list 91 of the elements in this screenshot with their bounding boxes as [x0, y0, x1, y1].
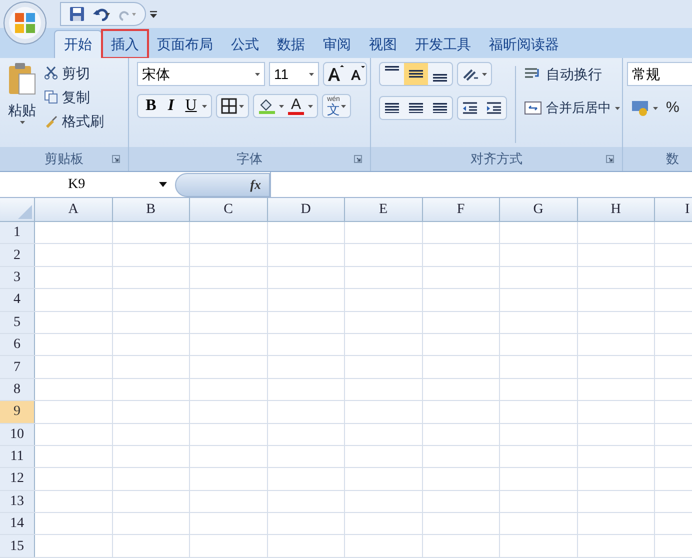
row-header[interactable]: 5 — [0, 312, 35, 333]
align-button[interactable] — [404, 63, 428, 85]
copy-icon — [44, 90, 58, 104]
grid-icon — [221, 98, 237, 114]
row-header[interactable]: 9 — [0, 401, 35, 423]
column-header[interactable]: I — [655, 198, 692, 221]
ribbon-tab[interactable]: 视图 — [360, 30, 406, 58]
format-painter-button[interactable]: 格式刷 — [44, 110, 104, 132]
caret-icon — [239, 104, 244, 108]
percent-button[interactable]: % — [666, 96, 680, 120]
dialog-launcher-icon[interactable] — [354, 155, 362, 163]
name-box[interactable]: K9 — [0, 172, 175, 197]
group-label: 剪贴板 — [44, 150, 84, 168]
row-header[interactable]: 12 — [0, 468, 35, 490]
column-header[interactable]: D — [268, 198, 345, 221]
ribbon-tab[interactable]: 福昕阅读器 — [480, 30, 568, 58]
indent-icon — [462, 100, 478, 116]
ribbon-tab[interactable]: 插入 — [102, 30, 148, 58]
group-label: 对齐方式 — [470, 150, 522, 168]
caret-icon — [482, 72, 487, 76]
ribbon-tab[interactable]: 页面布局 — [148, 30, 222, 58]
border-button[interactable] — [216, 94, 249, 118]
fill-bucket-icon[interactable] — [258, 97, 276, 115]
row-header[interactable]: 4 — [0, 289, 35, 311]
dropdown-icon — [159, 182, 167, 187]
merge-center-button[interactable]: 合并后居中 — [524, 96, 620, 120]
orientation-button[interactable] — [457, 62, 492, 86]
number-format-field[interactable]: 常规 — [627, 62, 692, 86]
caret-icon — [20, 121, 24, 124]
indent-icon — [486, 100, 502, 116]
ribbon-tab[interactable]: 开发工具 — [406, 30, 480, 58]
caret-icon — [615, 106, 620, 110]
row-header[interactable]: 1 — [0, 222, 35, 244]
caret-icon — [202, 104, 207, 108]
font-color-button[interactable]: A — [287, 97, 305, 115]
row-header[interactable]: 14 — [0, 513, 35, 534]
row-header[interactable]: 7 — [0, 356, 35, 378]
align-icon — [385, 66, 399, 71]
column-header[interactable]: A — [35, 198, 112, 221]
insert-function-button[interactable]: fx — [175, 172, 270, 196]
dialog-launcher-icon[interactable] — [606, 155, 614, 163]
column-header[interactable]: F — [422, 198, 500, 221]
scissors-icon — [44, 66, 58, 80]
corner-triangle-icon — [18, 205, 32, 219]
save-icon[interactable] — [69, 6, 85, 22]
cut-button[interactable]: 剪切 — [44, 62, 104, 84]
align-icon — [433, 74, 447, 82]
align-icon — [409, 70, 423, 78]
ribbon-tab[interactable]: 数据 — [268, 30, 314, 58]
italic-button[interactable]: I — [162, 94, 180, 118]
ribbon-tab[interactable]: 审阅 — [314, 30, 360, 58]
merge-cells-icon — [524, 101, 542, 115]
column-header[interactable]: E — [345, 198, 422, 221]
caret-icon — [255, 72, 260, 76]
copy-button[interactable]: 复制 — [44, 86, 104, 108]
row-header[interactable]: 11 — [0, 446, 35, 468]
caret-icon — [279, 104, 284, 108]
column-header[interactable]: C — [190, 198, 268, 221]
clipboard-icon — [7, 62, 37, 96]
customize-toolbar-icon[interactable] — [150, 9, 158, 19]
row-header[interactable]: 3 — [0, 266, 35, 288]
dialog-launcher-icon[interactable] — [112, 155, 120, 163]
bold-button[interactable]: B — [142, 94, 160, 118]
undo-icon[interactable] — [93, 7, 111, 21]
align-icon — [433, 102, 447, 114]
font-name-field[interactable]: 宋体 — [137, 62, 265, 86]
align-icon — [409, 102, 423, 114]
row-header[interactable]: 6 — [0, 334, 35, 356]
column-header[interactable]: G — [500, 198, 578, 221]
paste-button[interactable]: 粘贴 — [4, 62, 40, 147]
row-header[interactable]: 15 — [0, 535, 35, 557]
ribbon-tab[interactable]: 开始 — [54, 30, 102, 58]
row-header[interactable]: 10 — [0, 424, 35, 445]
wrap-text-button[interactable]: 自动换行 — [524, 62, 620, 86]
row-header[interactable]: 13 — [0, 490, 35, 512]
font-size-field[interactable]: 11 — [269, 62, 319, 86]
row-header[interactable]: 8 — [0, 378, 35, 400]
column-header[interactable]: B — [112, 198, 190, 221]
caret-icon — [341, 104, 346, 108]
brush-icon — [44, 114, 58, 128]
column-header[interactable]: H — [578, 198, 655, 221]
caret-icon — [653, 106, 658, 110]
money-icon — [631, 99, 651, 117]
underline-button[interactable]: U — [182, 94, 200, 118]
caret-icon — [308, 104, 313, 108]
group-label: 字体 — [236, 150, 262, 168]
ribbon-tab[interactable]: 公式 — [222, 30, 268, 58]
row-header[interactable]: 2 — [0, 244, 35, 266]
caret-icon — [309, 72, 314, 76]
align-icon — [385, 102, 399, 114]
group-label: 数 — [666, 150, 679, 168]
